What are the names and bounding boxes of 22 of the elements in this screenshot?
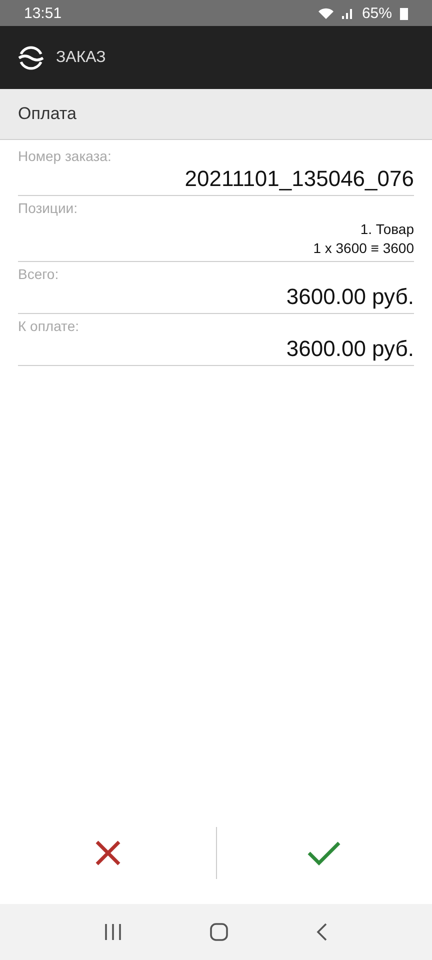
home-button[interactable]	[208, 922, 229, 942]
recent-apps-button[interactable]	[104, 924, 122, 940]
field-label: К оплате:	[18, 318, 79, 334]
field-label: Всего:	[18, 266, 59, 282]
section-title: Оплата	[18, 104, 76, 124]
position-line: 1 x 3600 ≡ 3600	[313, 239, 414, 258]
check-icon	[307, 840, 342, 866]
back-button[interactable]	[316, 923, 328, 941]
field-label: Номер заказа:	[18, 148, 112, 164]
field-value: 3600.00 руб.	[286, 284, 414, 310]
signal-icon	[342, 7, 354, 19]
wifi-icon	[318, 6, 334, 20]
status-time: 13:51	[24, 4, 62, 22]
field-value: 3600.00 руб.	[286, 336, 414, 362]
battery-level: 65%	[362, 4, 392, 22]
field-label: Позиции:	[18, 200, 78, 216]
close-icon	[94, 839, 122, 867]
position-line: 1. Товар	[360, 220, 414, 239]
app-title: ЗАКАЗ	[56, 48, 106, 66]
battery-icon	[400, 6, 408, 20]
logo-icon	[18, 46, 44, 70]
field-value: 20211101_135046_076	[184, 166, 414, 192]
